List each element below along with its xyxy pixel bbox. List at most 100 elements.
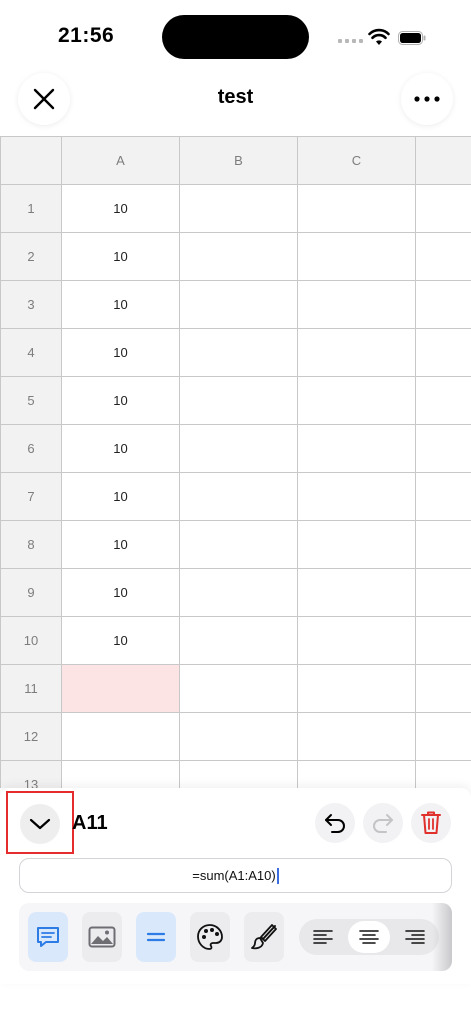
cell-d11[interactable] bbox=[415, 664, 471, 713]
corner-cell[interactable] bbox=[0, 136, 62, 185]
cell-d3[interactable] bbox=[415, 280, 471, 329]
row-header[interactable]: 13 bbox=[0, 760, 62, 788]
column-header-a[interactable]: A bbox=[61, 136, 180, 185]
cell-a9[interactable]: 10 bbox=[61, 568, 180, 617]
insert-image-button[interactable] bbox=[82, 912, 122, 962]
table-row: 1 10 bbox=[0, 184, 471, 233]
undo-button[interactable] bbox=[315, 803, 355, 843]
cell-c3[interactable] bbox=[297, 280, 416, 329]
align-center-button[interactable] bbox=[348, 921, 390, 953]
cell-b9[interactable] bbox=[179, 568, 298, 617]
cell-a4[interactable]: 10 bbox=[61, 328, 180, 377]
cell-a2[interactable]: 10 bbox=[61, 232, 180, 281]
cell-a8[interactable]: 10 bbox=[61, 520, 180, 569]
row-header[interactable]: 5 bbox=[0, 376, 62, 425]
table-row: 12 bbox=[0, 712, 471, 761]
cell-a13[interactable] bbox=[61, 760, 180, 788]
cell-b11[interactable] bbox=[179, 664, 298, 713]
cell-c13[interactable] bbox=[297, 760, 416, 788]
cell-d10[interactable] bbox=[415, 616, 471, 665]
trash-icon bbox=[421, 811, 441, 834]
cell-b13[interactable] bbox=[179, 760, 298, 788]
cell-d2[interactable] bbox=[415, 232, 471, 281]
table-row: 4 10 bbox=[0, 328, 471, 377]
column-header-d[interactable] bbox=[415, 136, 471, 185]
cell-d9[interactable] bbox=[415, 568, 471, 617]
row-header[interactable]: 2 bbox=[0, 232, 62, 281]
cell-a12[interactable] bbox=[61, 712, 180, 761]
cell-a1[interactable]: 10 bbox=[61, 184, 180, 233]
cell-a6[interactable]: 10 bbox=[61, 424, 180, 473]
more-button[interactable] bbox=[401, 73, 453, 125]
table-row: 5 10 bbox=[0, 376, 471, 425]
cell-c4[interactable] bbox=[297, 328, 416, 377]
cell-c2[interactable] bbox=[297, 232, 416, 281]
cell-c6[interactable] bbox=[297, 424, 416, 473]
cell-a11-selected[interactable] bbox=[61, 664, 180, 713]
row-header[interactable]: 6 bbox=[0, 424, 62, 473]
column-header-row: A B C bbox=[0, 136, 471, 185]
row-header[interactable]: 3 bbox=[0, 280, 62, 329]
delete-button[interactable] bbox=[411, 803, 451, 843]
cell-b10[interactable] bbox=[179, 616, 298, 665]
format-painter-button[interactable] bbox=[244, 912, 284, 962]
cell-b2[interactable] bbox=[179, 232, 298, 281]
align-right-button[interactable] bbox=[394, 921, 436, 953]
cell-b8[interactable] bbox=[179, 520, 298, 569]
comment-button[interactable] bbox=[28, 912, 68, 962]
column-header-b[interactable]: B bbox=[179, 136, 298, 185]
cell-c7[interactable] bbox=[297, 472, 416, 521]
table-row: 2 10 bbox=[0, 232, 471, 281]
cell-c8[interactable] bbox=[297, 520, 416, 569]
row-header[interactable]: 4 bbox=[0, 328, 62, 377]
redo-button[interactable] bbox=[363, 803, 403, 843]
undo-icon bbox=[325, 814, 345, 833]
row-header[interactable]: 7 bbox=[0, 472, 62, 521]
cell-a3[interactable]: 10 bbox=[61, 280, 180, 329]
formatting-toolbar bbox=[19, 903, 452, 971]
cell-c10[interactable] bbox=[297, 616, 416, 665]
row-header[interactable]: 8 bbox=[0, 520, 62, 569]
cell-d13[interactable] bbox=[415, 760, 471, 788]
cell-a5[interactable]: 10 bbox=[61, 376, 180, 425]
row-header[interactable]: 9 bbox=[0, 568, 62, 617]
cell-c12[interactable] bbox=[297, 712, 416, 761]
color-button[interactable] bbox=[190, 912, 230, 962]
table-row: 7 10 bbox=[0, 472, 471, 521]
formula-input[interactable]: =sum(A1:A10) bbox=[19, 858, 452, 893]
cell-a7[interactable]: 10 bbox=[61, 472, 180, 521]
cell-d5[interactable] bbox=[415, 376, 471, 425]
spreadsheet-grid[interactable]: A B C 1 10 2 10 3 10 4 10 5 10 6 10 7 10… bbox=[0, 136, 471, 788]
cell-d12[interactable] bbox=[415, 712, 471, 761]
collapse-editor-button[interactable] bbox=[20, 804, 60, 844]
cell-d6[interactable] bbox=[415, 424, 471, 473]
cell-c1[interactable] bbox=[297, 184, 416, 233]
cell-b4[interactable] bbox=[179, 328, 298, 377]
formula-button[interactable] bbox=[136, 912, 176, 962]
equals-icon bbox=[146, 932, 166, 942]
cell-d4[interactable] bbox=[415, 328, 471, 377]
cell-b12[interactable] bbox=[179, 712, 298, 761]
redo-icon bbox=[373, 814, 393, 833]
cell-d1[interactable] bbox=[415, 184, 471, 233]
cell-c11[interactable] bbox=[297, 664, 416, 713]
row-header[interactable]: 11 bbox=[0, 664, 62, 713]
column-header-c[interactable]: C bbox=[297, 136, 416, 185]
cell-b5[interactable] bbox=[179, 376, 298, 425]
cell-c9[interactable] bbox=[297, 568, 416, 617]
toolbar-scroll-fade bbox=[432, 903, 452, 971]
cell-b7[interactable] bbox=[179, 472, 298, 521]
formula-text: =sum(A1:A10) bbox=[192, 868, 276, 883]
row-header[interactable]: 1 bbox=[0, 184, 62, 233]
row-header[interactable]: 12 bbox=[0, 712, 62, 761]
align-left-button[interactable] bbox=[302, 921, 344, 953]
row-header[interactable]: 10 bbox=[0, 616, 62, 665]
cell-b6[interactable] bbox=[179, 424, 298, 473]
cell-d8[interactable] bbox=[415, 520, 471, 569]
cellular-signal-icon bbox=[338, 39, 363, 43]
cell-b3[interactable] bbox=[179, 280, 298, 329]
cell-a10[interactable]: 10 bbox=[61, 616, 180, 665]
cell-c5[interactable] bbox=[297, 376, 416, 425]
cell-d7[interactable] bbox=[415, 472, 471, 521]
cell-b1[interactable] bbox=[179, 184, 298, 233]
